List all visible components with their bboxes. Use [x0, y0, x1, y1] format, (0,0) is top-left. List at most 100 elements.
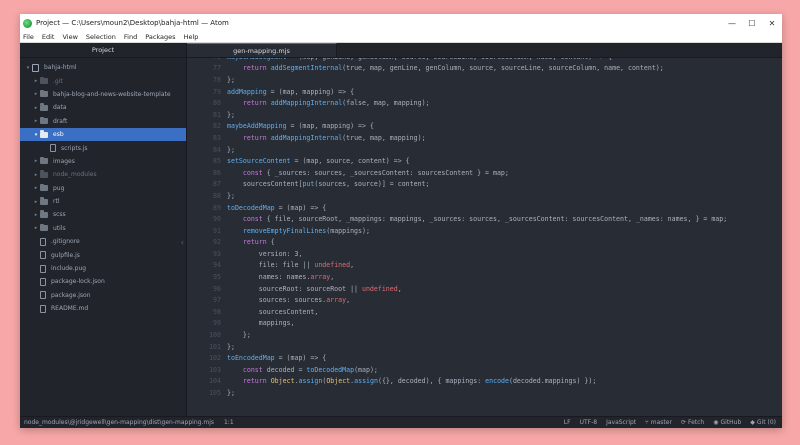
tab-gen-mapping[interactable]: gen-mapping.mjs [187, 43, 337, 57]
code-text: mappings, [227, 319, 295, 328]
chevron-down-icon[interactable]: ▾ [24, 65, 32, 71]
tree-item-label: utils [53, 224, 66, 232]
code-line: 95 names: names.array, [187, 271, 782, 283]
tree-folder-item[interactable]: ▸ node_modules [20, 168, 186, 181]
file-icon [50, 144, 56, 153]
tree-file-item[interactable]: include.pug [20, 262, 186, 275]
chevron-right-icon[interactable]: ▸ [32, 91, 40, 97]
code-line: 99 mappings, [187, 318, 782, 330]
line-number: 95 [213, 273, 221, 282]
tree-file-item[interactable]: .gitignore [20, 235, 186, 248]
diff-icon: ◆ [750, 419, 755, 426]
line-number: 76 [187, 58, 227, 61]
chevron-right-icon[interactable]: ▸ [32, 105, 40, 111]
github-icon: ◉ [713, 419, 719, 426]
chevron-right-icon[interactable]: ▸ [32, 158, 40, 164]
tree-item-label: data [53, 104, 67, 112]
code-line: 93 version: 3, [187, 248, 782, 260]
repo-icon [32, 63, 39, 72]
tree-item-label: bahja-html [44, 64, 77, 72]
code-editor[interactable]: 76maybeAddSegment = (map, genLine, genCo… [187, 58, 782, 416]
git-status[interactable]: ◆ Git (0) [750, 419, 776, 426]
file-path[interactable]: node_modules\@jridgewell\gen-mapping\dis… [24, 419, 214, 426]
code-line: 80 return addMappingInternal(false, map,… [187, 97, 782, 109]
line-number: 81 [213, 110, 221, 119]
file-icon [40, 251, 46, 260]
tree-item-label: .git [53, 77, 63, 85]
tree-folder-item[interactable]: ▸ draft [20, 115, 186, 128]
tree-folder-item[interactable]: ▸ images [20, 155, 186, 168]
tree-file-item[interactable]: package-lock.json [20, 275, 186, 288]
tree-folder-item[interactable]: ▾ esb [20, 127, 186, 142]
collapse-panel-icon[interactable]: ‹ [181, 238, 184, 247]
tree-folder-item[interactable]: ▸ pug [20, 182, 186, 195]
encoding[interactable]: UTF-8 [580, 419, 598, 426]
menu-find[interactable]: Find [120, 33, 141, 41]
code-text: removeEmptyFinalLines(mappings); [242, 226, 370, 235]
tree-folder-item[interactable]: ▸ data [20, 101, 186, 114]
code-line: 85 setSourceContent = (map, source, conte… [187, 155, 782, 167]
line-number: 85 [213, 157, 221, 166]
github-label: GitHub [720, 419, 742, 426]
line-number: 98 [213, 307, 221, 316]
line-number: 79 [213, 87, 221, 96]
grammar[interactable]: JavaScript [606, 419, 636, 426]
code-line: 96 sourceRoot: sourceRoot || undefined, [187, 283, 782, 295]
code-line: 78}; [187, 74, 782, 86]
close-button[interactable]: ✕ [762, 19, 782, 28]
file-tree: ▾ bahja-html ▸ .git ▸ bahja-blog-and-news-web… [20, 58, 186, 315]
chevron-right-icon[interactable]: ▸ [32, 199, 40, 205]
branch-status[interactable]: ⑂ master [645, 419, 672, 426]
line-number: 86 [213, 168, 221, 177]
line-number: 102 [209, 354, 221, 363]
chevron-right-icon[interactable]: ▸ [32, 118, 40, 124]
maximize-button[interactable]: ☐ [742, 19, 762, 28]
menu-packages[interactable]: Packages [141, 33, 179, 41]
code-line: 87 sourcesContent[put(sources, source)] … [187, 179, 782, 191]
chevron-right-icon[interactable]: ▸ [32, 172, 40, 178]
code-text: maybeAddMapping = (map, mapping) => { [227, 122, 374, 131]
tree-item-label: scss [53, 211, 66, 219]
tree-file-item[interactable]: gulpfile.js [20, 248, 186, 261]
title-bar: Project — C:\Users\moun2\Desktop\bahja-h… [20, 14, 782, 32]
tree-folder-item[interactable]: ▸ utils [20, 222, 186, 235]
tree-file-item[interactable]: package.json [20, 289, 186, 302]
cursor-position[interactable]: 1:1 [224, 419, 234, 426]
tree-file-item[interactable]: scripts.js [20, 141, 186, 154]
chevron-right-icon[interactable]: ▸ [32, 185, 40, 191]
file-icon [40, 264, 46, 273]
chevron-right-icon[interactable]: ▸ [32, 212, 40, 218]
tree-folder-item[interactable]: ▸ rtl [20, 195, 186, 208]
code-text: sourcesContent, [227, 307, 319, 316]
menu-selection[interactable]: Selection [82, 33, 120, 41]
tree-item-label: pug [53, 184, 65, 192]
menu-help[interactable]: Help [180, 33, 203, 41]
minimize-button[interactable]: — [722, 19, 742, 28]
code-line: 90 const { file, sourceRoot, _mappings: … [187, 213, 782, 225]
line-ending[interactable]: LF [564, 419, 571, 426]
file-icon [40, 291, 46, 300]
code-text: }; [227, 191, 235, 200]
code-line: 82 maybeAddMapping = (map, mapping) => { [187, 121, 782, 133]
github-status[interactable]: ◉ GitHub [713, 419, 741, 426]
tree-folder-item[interactable]: ▸ scss [20, 208, 186, 221]
tree-file-item[interactable]: README.md [20, 302, 186, 315]
fetch-status[interactable]: ⟳ Fetch [681, 419, 704, 426]
branch-name: master [650, 419, 672, 426]
tree-item-label: scripts.js [61, 144, 88, 152]
code-line: 86 const { _sources: sources, _sourcesCo… [187, 167, 782, 179]
menu-file[interactable]: File [20, 33, 38, 41]
chevron-down-icon[interactable]: ▾ [32, 132, 40, 138]
tree-folder-item[interactable]: ▸ .git [20, 74, 186, 87]
code-line: 84}; [187, 144, 782, 156]
tree-folder-item[interactable]: ▸ bahja-blog-and-news-website-template [20, 88, 186, 101]
tree-item-label: package.json [51, 291, 91, 299]
menu-edit[interactable]: Edit [38, 33, 59, 41]
chevron-right-icon[interactable]: ▸ [32, 78, 40, 84]
line-number: 89 [213, 203, 221, 212]
file-icon [40, 304, 46, 313]
tree-folder-item[interactable]: ▾ bahja-html [20, 61, 186, 74]
menu-view[interactable]: View [58, 33, 81, 41]
chevron-right-icon[interactable]: ▸ [32, 225, 40, 231]
tree-item-label: images [53, 157, 75, 165]
